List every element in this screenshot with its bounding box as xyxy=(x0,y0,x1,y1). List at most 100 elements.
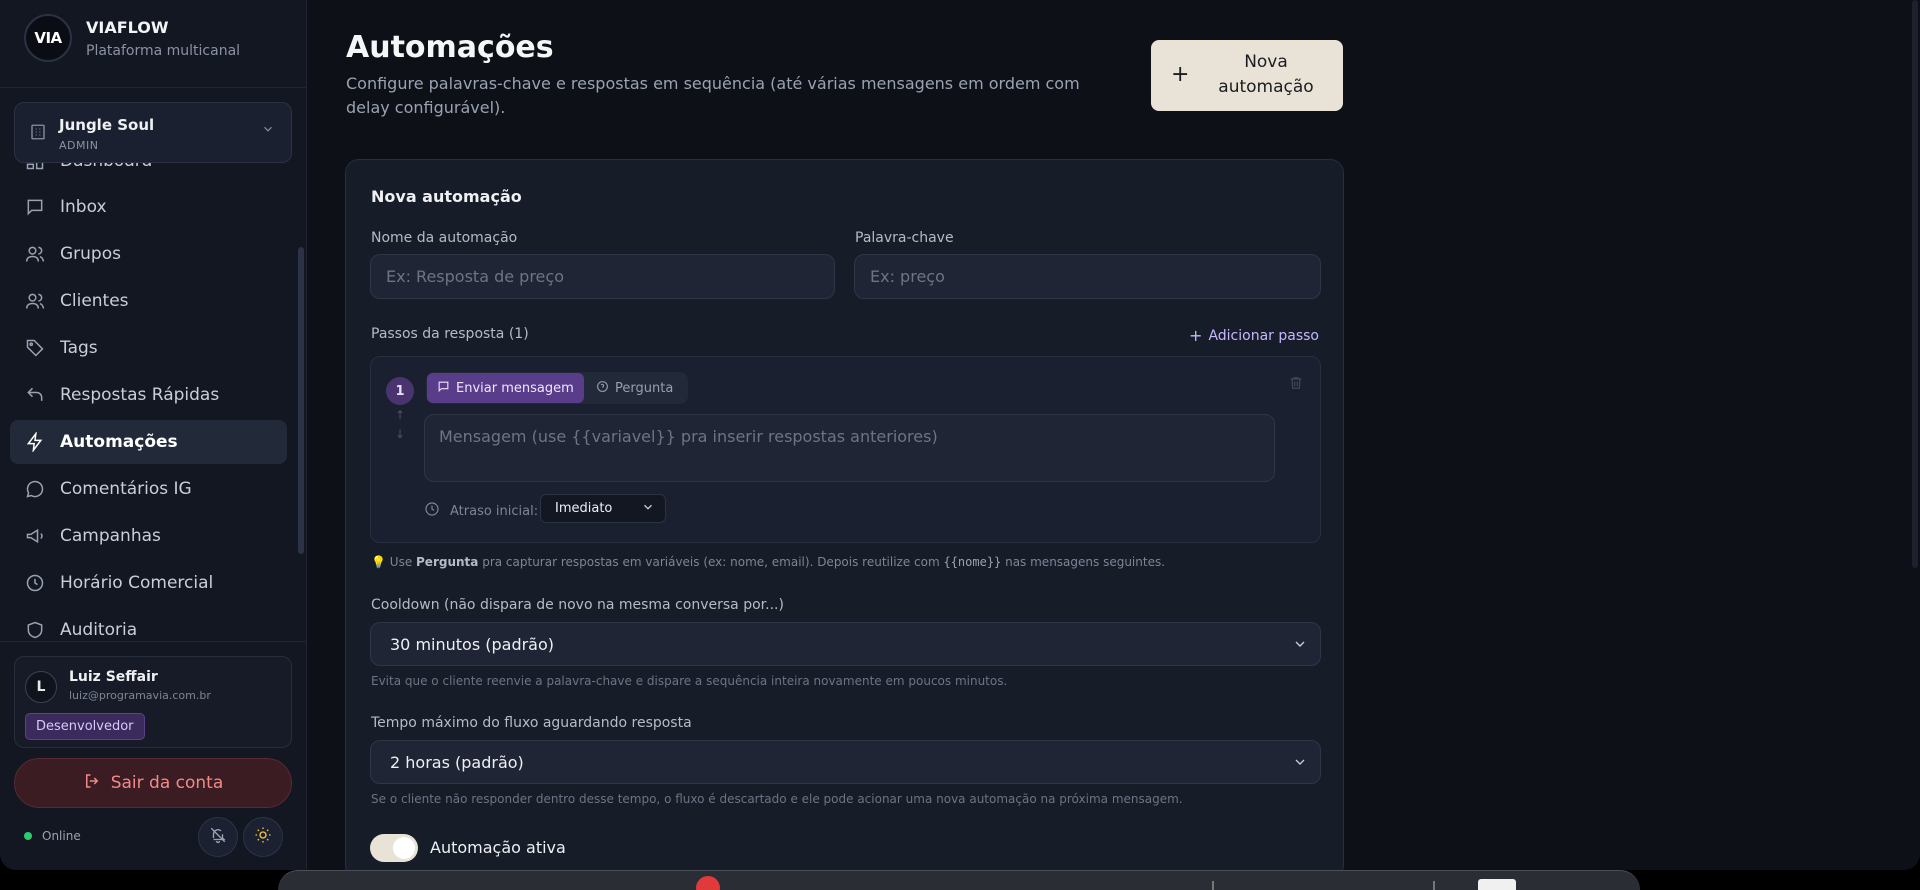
keyword-input[interactable]: Ex: preço xyxy=(854,254,1321,299)
chevron-down-icon xyxy=(1292,636,1308,656)
avatar: L xyxy=(25,671,57,703)
role-badge: Desenvolvedor xyxy=(25,713,145,740)
help-circle-icon xyxy=(596,380,609,396)
sidebar-item-label: Clientes xyxy=(60,291,129,311)
sidebar-item-label: Auditoria xyxy=(60,620,138,640)
sidebar-item-label: Inbox xyxy=(60,197,107,217)
step-card: 1 ↑ ↓ Enviar mensagem Pergunta Mensagem … xyxy=(370,356,1321,543)
sidebar-item-campanhas[interactable]: Campanhas xyxy=(10,514,287,558)
main-content: Automações Configure palavras-chave e re… xyxy=(308,0,1920,870)
logout-label: Sair da conta xyxy=(110,773,224,793)
cooldown-value: 30 minutos (padrão) xyxy=(390,634,555,654)
sidebar-item-label: Tags xyxy=(60,338,98,358)
steps-label: Passos da resposta (1) xyxy=(371,326,529,342)
sidebar-item-label: Respostas Rápidas xyxy=(60,385,220,405)
os-dock xyxy=(278,870,1640,890)
plus-icon: + xyxy=(1171,62,1190,87)
notifications-toggle-button[interactable] xyxy=(198,817,238,857)
dock-separator xyxy=(1433,881,1435,890)
sidebar-item-tags[interactable]: Tags xyxy=(10,326,287,370)
name-label: Nome da automação xyxy=(371,230,518,246)
sidebar-item-grupos[interactable]: Grupos xyxy=(10,232,287,276)
page-title: Automações xyxy=(346,30,554,65)
sidebar-item-label: Comentários IG xyxy=(60,479,192,499)
sidebar-item-horario-comercial[interactable]: Horário Comercial xyxy=(10,561,287,605)
add-step-button[interactable]: + Adicionar passo xyxy=(1189,326,1319,345)
step-type-toggle: Enviar mensagem Pergunta xyxy=(426,372,688,404)
theme-toggle-button[interactable] xyxy=(243,817,283,857)
message-textarea[interactable]: Mensagem (use {{variavel}} pra inserir r… xyxy=(424,414,1275,482)
page-scrollbar[interactable] xyxy=(1912,0,1918,568)
new-automation-label: Nova automação xyxy=(1218,52,1314,97)
delay-select[interactable]: Imediato xyxy=(540,494,666,523)
dock-app-icon[interactable] xyxy=(1478,879,1516,890)
dock-app-icon[interactable] xyxy=(696,876,720,890)
hint-bold: Pergunta xyxy=(416,555,479,569)
clock-icon xyxy=(424,501,440,521)
chevron-down-icon xyxy=(261,122,275,140)
arrow-up-icon[interactable]: ↑ xyxy=(395,408,405,422)
sidebar-item-label: Dashboard xyxy=(60,163,152,171)
hint-text: nas mensagens seguintes. xyxy=(1001,555,1166,569)
sidebar-item-automacoes[interactable]: Automações xyxy=(10,420,287,464)
reply-icon xyxy=(24,384,46,406)
hint-text: pra capturar respostas em variáveis (ex:… xyxy=(478,555,944,569)
page-description: Configure palavras-chave e respostas em … xyxy=(346,74,1080,117)
workspace-selector[interactable]: Jungle Soul ADMIN xyxy=(14,102,292,163)
arrow-down-icon[interactable]: ↓ xyxy=(395,427,405,441)
sidebar-nav: Dashboard Inbox Grupos Clientes Tags Res… xyxy=(0,163,300,641)
sun-icon xyxy=(254,826,272,848)
brand[interactable]: VIA VIAFLOW Plataforma multicanal xyxy=(24,14,240,62)
keyword-label: Palavra-chave xyxy=(855,230,954,246)
app-window: VIA VIAFLOW Plataforma multicanal Jungle… xyxy=(0,0,1920,870)
user-card: L Luiz Seffair luiz@programavia.com.br D… xyxy=(14,656,292,748)
user-name: Luiz Seffair xyxy=(69,669,158,685)
logout-button[interactable]: Sair da conta xyxy=(14,758,292,808)
sidebar-item-dashboard[interactable]: Dashboard xyxy=(10,163,287,183)
divider xyxy=(0,87,307,88)
workspace-role: ADMIN xyxy=(59,139,99,152)
sidebar-item-label: Horário Comercial xyxy=(60,573,214,593)
chevron-down-icon xyxy=(1292,754,1308,774)
active-toggle[interactable] xyxy=(370,834,418,862)
sidebar-item-label: Automações xyxy=(60,432,178,452)
question-tab[interactable]: Pergunta xyxy=(586,373,683,403)
lightbulb-icon: 💡 xyxy=(371,555,386,569)
delay-value: Imediato xyxy=(555,501,613,516)
online-status: Online xyxy=(24,829,81,843)
sidebar-item-clientes[interactable]: Clientes xyxy=(10,279,287,323)
active-label: Automação ativa xyxy=(430,838,566,857)
clock-icon xyxy=(24,572,46,594)
variable-hint: 💡 Use Pergunta pra capturar respostas em… xyxy=(371,555,1165,569)
logo: VIA xyxy=(24,14,72,62)
automation-form-card: Nova automação Nome da automação Ex: Res… xyxy=(345,159,1344,870)
brand-name: VIAFLOW xyxy=(86,17,169,37)
plus-icon: + xyxy=(1189,326,1203,345)
message-icon xyxy=(437,380,450,396)
timeout-note: Se o cliente não responder dentro desse … xyxy=(371,792,1183,806)
timeout-select[interactable]: 2 horas (padrão) xyxy=(370,740,1321,784)
sidebar-item-comentarios-ig[interactable]: Comentários IG xyxy=(10,467,287,511)
tag-icon xyxy=(24,337,46,359)
sidebar-item-respostas-rapidas[interactable]: Respostas Rápidas xyxy=(10,373,287,417)
send-message-tab[interactable]: Enviar mensagem xyxy=(427,373,584,403)
users-icon xyxy=(24,290,46,312)
new-automation-button[interactable]: + Nova automação xyxy=(1151,40,1343,111)
trash-icon[interactable] xyxy=(1288,375,1304,395)
message-icon xyxy=(24,196,46,218)
bolt-icon xyxy=(24,431,46,453)
sidebar-scrollbar[interactable] xyxy=(298,247,304,554)
sidebar-item-inbox[interactable]: Inbox xyxy=(10,185,287,229)
sidebar-item-auditoria[interactable]: Auditoria xyxy=(10,608,287,641)
user-email: luiz@programavia.com.br xyxy=(69,689,211,702)
cooldown-note: Evita que o cliente reenvie a palavra-ch… xyxy=(371,674,1008,688)
comment-icon xyxy=(24,478,46,500)
timeout-label: Tempo máximo do fluxo aguardando respost… xyxy=(371,715,692,731)
send-message-label: Enviar mensagem xyxy=(456,380,574,396)
step-number: 1 xyxy=(386,377,414,405)
workspace-name: Jungle Soul xyxy=(59,116,155,134)
logout-icon xyxy=(83,772,101,795)
cooldown-select[interactable]: 30 minutos (padrão) xyxy=(370,622,1321,666)
megaphone-icon xyxy=(24,525,46,547)
automation-name-input[interactable]: Ex: Resposta de preço xyxy=(370,254,835,299)
